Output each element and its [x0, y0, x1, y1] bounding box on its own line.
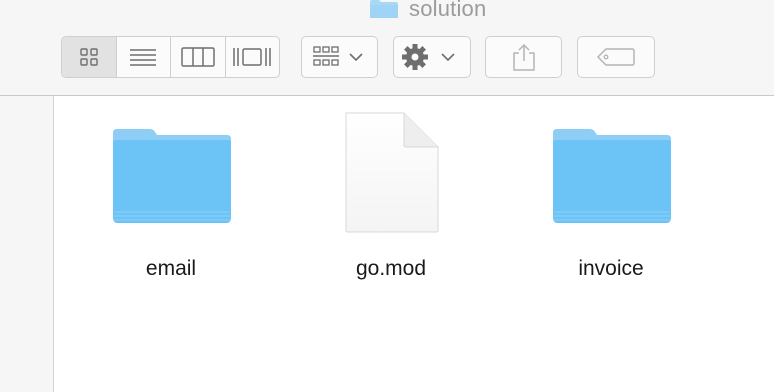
file-item-invoice[interactable]: invoice	[541, 96, 681, 280]
share-button[interactable]	[485, 36, 562, 78]
file-item-go-mod[interactable]: go.mod	[321, 96, 461, 280]
file-browser-area: email go.mod invoice	[54, 96, 774, 392]
arrange-grid-icon	[312, 46, 363, 66]
cover-flow-icon	[233, 48, 271, 66]
file-item-email[interactable]: email	[101, 96, 241, 280]
folder-icon	[553, 129, 671, 223]
file-name-label: email	[145, 257, 197, 280]
action-button[interactable]	[393, 36, 471, 78]
tag-icon	[596, 48, 635, 66]
columns-icon	[181, 47, 215, 67]
list-icon	[130, 49, 157, 66]
folder-icon	[369, 0, 399, 19]
tag-button[interactable]	[577, 36, 655, 78]
file-name-label: invoice	[578, 257, 644, 280]
grid-icon	[80, 48, 98, 66]
file-name-label: go.mod	[355, 257, 427, 280]
gallery-view-button[interactable]	[226, 37, 280, 77]
arrange-button[interactable]	[301, 36, 378, 78]
icon-view-button[interactable]	[62, 37, 117, 77]
document-icon	[345, 112, 439, 233]
list-view-button[interactable]	[117, 37, 171, 77]
window-title: solution	[369, 0, 486, 24]
window-title-text: solution	[409, 0, 487, 21]
toolbar: solution	[0, 0, 774, 96]
share-icon	[512, 43, 535, 71]
gear-icon	[402, 44, 455, 70]
folder-icon	[113, 129, 231, 223]
sidebar	[0, 96, 54, 392]
view-mode-control	[61, 36, 280, 78]
finder-window: solution email go.mod invoice	[0, 0, 774, 392]
column-view-button[interactable]	[171, 37, 226, 77]
